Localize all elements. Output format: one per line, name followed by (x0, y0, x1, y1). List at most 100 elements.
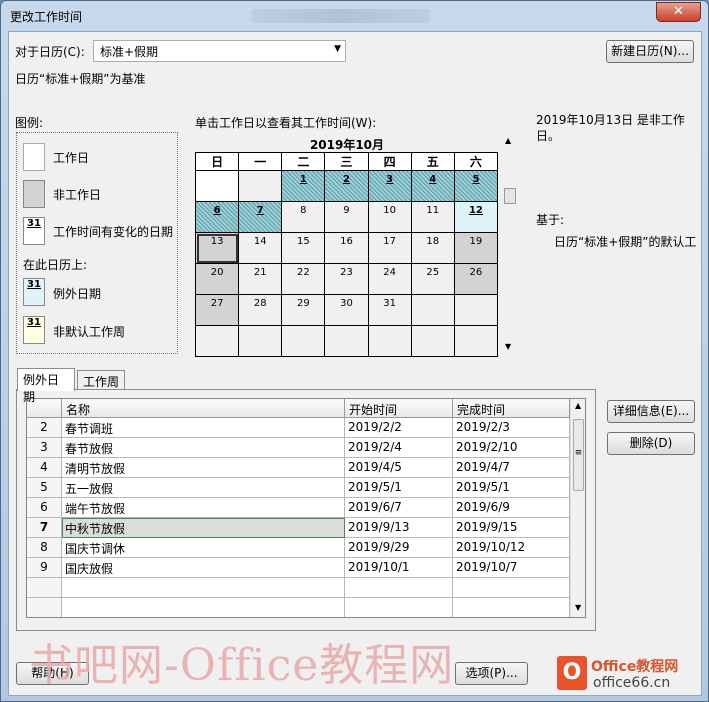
table-row[interactable]: 4 清明节放假 2019/4/5 2019/4/7 (27, 458, 570, 478)
tab-exceptions[interactable]: 例外日期 (17, 368, 75, 404)
calendar-day[interactable]: 11 (410, 201, 455, 233)
calendar-day[interactable]: 24 (367, 263, 412, 295)
calendar-day[interactable]: 28 (238, 294, 283, 326)
scroll-up-icon[interactable]: ▲ (575, 401, 581, 410)
table-row[interactable]: 9 国庆放假 2019/10/1 2019/10/7 (27, 558, 570, 578)
cell-end[interactable] (453, 598, 570, 617)
calendar-select[interactable]: 标准+假期 ▼ (93, 40, 346, 62)
cell-start[interactable] (345, 598, 453, 617)
cell-end[interactable]: 2019/10/12 (453, 538, 570, 558)
cell-name[interactable]: 国庆节调休 (62, 538, 345, 558)
scroll-down-icon[interactable]: ▼ (575, 603, 581, 612)
calendar-day[interactable]: 6 (194, 201, 240, 233)
calendar-day[interactable]: 9 (324, 201, 369, 233)
cell-end[interactable]: 2019/5/1 (453, 478, 570, 498)
cell-end[interactable]: 2019/2/3 (453, 418, 570, 438)
based-on-label: 基于: (536, 213, 565, 227)
delete-button[interactable]: 删除(D) (607, 432, 695, 455)
calendar-day[interactable]: 16 (324, 232, 369, 264)
table-scrollbar[interactable]: ▲ ≡ ▼ (570, 399, 585, 617)
cell-start[interactable]: 2019/9/29 (345, 538, 453, 558)
table-row[interactable]: 6 端午节放假 2019/6/7 2019/6/9 (27, 498, 570, 518)
calendar-day[interactable]: 2 (324, 170, 369, 202)
calendar-day[interactable]: 1 (281, 170, 326, 202)
cell-end[interactable]: 2019/4/7 (453, 458, 570, 478)
cell-start[interactable] (345, 578, 453, 598)
column-header-name[interactable]: 名称 (62, 399, 345, 418)
scroll-thumb[interactable]: ≡ (573, 419, 584, 491)
calendar-scrollbar[interactable]: ▲ ▼ (503, 136, 516, 356)
calendar-day[interactable]: 10 (367, 201, 412, 233)
calendar-day[interactable]: 30 (324, 294, 369, 326)
calendar-day[interactable]: 19 (453, 232, 499, 264)
legend-title: 图例: (15, 116, 44, 130)
calendar-day[interactable]: 5 (453, 170, 499, 202)
calendar-select-label: 对于日历(C): (15, 45, 85, 59)
scroll-thumb[interactable] (504, 188, 516, 204)
calendar-day[interactable]: 25 (410, 263, 455, 295)
cell-start[interactable]: 2019/9/13 (345, 518, 453, 538)
table-row[interactable]: 2 春节调班 2019/2/2 2019/2/3 (27, 418, 570, 438)
calendar-day[interactable]: 12 (453, 201, 499, 233)
cell-name[interactable] (62, 578, 345, 598)
cell-name[interactable]: 春节放假 (62, 438, 345, 458)
cell-end[interactable]: 2019/2/10 (453, 438, 570, 458)
column-header-start[interactable]: 开始时间 (345, 399, 453, 418)
cell-start[interactable]: 2019/10/1 (345, 558, 453, 578)
cell-end[interactable]: 2019/6/9 (453, 498, 570, 518)
close-button[interactable]: ✕ (656, 2, 701, 22)
options-button[interactable]: 选项(P)... (455, 662, 528, 685)
based-on-value: 日历“标准+假期”的默认工 (554, 235, 697, 249)
cell-name[interactable] (62, 598, 345, 617)
cell-name[interactable]: 中秋节放假 (62, 518, 345, 538)
calendar-day[interactable]: 29 (281, 294, 326, 326)
calendar-grid[interactable]: 日一二三四五六 1 2 3 4 5 6 7 8 9 10 11 12 13 14 15 16 17 18 19 20 2… (194, 152, 499, 357)
new-calendar-button[interactable]: 新建日历(N)... (606, 40, 694, 63)
calendar-empty-cell (324, 325, 369, 357)
cell-end[interactable]: 2019/9/15 (453, 518, 570, 538)
table-row[interactable] (27, 598, 570, 617)
calendar-day[interactable]: 17 (367, 232, 412, 264)
calendar-day[interactable]: 8 (281, 201, 326, 233)
cell-start[interactable]: 2019/2/2 (345, 418, 453, 438)
scroll-up-icon[interactable]: ▲ (505, 136, 511, 145)
calendar-day[interactable]: 23 (324, 263, 369, 295)
calendar-day[interactable]: 27 (194, 294, 240, 326)
cell-end[interactable] (453, 578, 570, 598)
exceptions-table[interactable]: 名称 开始时间 完成时间 2 春节调班 2019/2/2 2019/2/3 3 春节放假 2… (26, 398, 586, 618)
cell-name[interactable]: 端午节放假 (62, 498, 345, 518)
tab-work-weeks[interactable]: 工作周 (77, 370, 125, 390)
calendar-day[interactable]: 31 (367, 294, 412, 326)
cell-start[interactable]: 2019/6/7 (345, 498, 453, 518)
column-header-end[interactable]: 完成时间 (453, 399, 570, 418)
month-calendar[interactable]: 2019年10月 日一二三四五六 1 2 3 4 5 6 7 8 9 10 11 12 13 14 15 16… (194, 136, 499, 357)
details-button[interactable]: 详细信息(E)... (607, 400, 695, 423)
cell-end[interactable]: 2019/10/7 (453, 558, 570, 578)
calendar-day[interactable]: 15 (281, 232, 326, 264)
table-row[interactable]: 5 五一放假 2019/5/1 2019/5/1 (27, 478, 570, 498)
cell-name[interactable]: 春节调班 (62, 418, 345, 438)
calendar-day[interactable]: 22 (281, 263, 326, 295)
cell-name[interactable]: 五一放假 (62, 478, 345, 498)
table-row[interactable]: 3 春节放假 2019/2/4 2019/2/10 (27, 438, 570, 458)
calendar-day[interactable]: 13 (194, 232, 240, 264)
calendar-day[interactable]: 3 (367, 170, 412, 202)
table-row[interactable]: 7 中秋节放假 2019/9/13 2019/9/15 (27, 518, 570, 538)
cell-start[interactable]: 2019/5/1 (345, 478, 453, 498)
calendar-day[interactable]: 4 (410, 170, 455, 202)
cell-name[interactable]: 清明节放假 (62, 458, 345, 478)
calendar-day[interactable]: 20 (194, 263, 240, 295)
table-row[interactable] (27, 578, 570, 598)
cell-start[interactable]: 2019/4/5 (345, 458, 453, 478)
scroll-down-icon[interactable]: ▼ (505, 342, 511, 351)
table-row[interactable]: 8 国庆节调休 2019/9/29 2019/10/12 (27, 538, 570, 558)
calendar-day[interactable]: 18 (410, 232, 455, 264)
calendar-day[interactable]: 7 (238, 201, 283, 233)
calendar-day[interactable]: 21 (238, 263, 283, 295)
legend-changed-hours: 工作时间有变化的日期 (53, 225, 174, 239)
calendar-day[interactable]: 26 (453, 263, 499, 295)
chevron-down-icon[interactable]: ▼ (334, 44, 341, 54)
calendar-day[interactable]: 14 (238, 232, 283, 264)
cell-name[interactable]: 国庆放假 (62, 558, 345, 578)
cell-start[interactable]: 2019/2/4 (345, 438, 453, 458)
